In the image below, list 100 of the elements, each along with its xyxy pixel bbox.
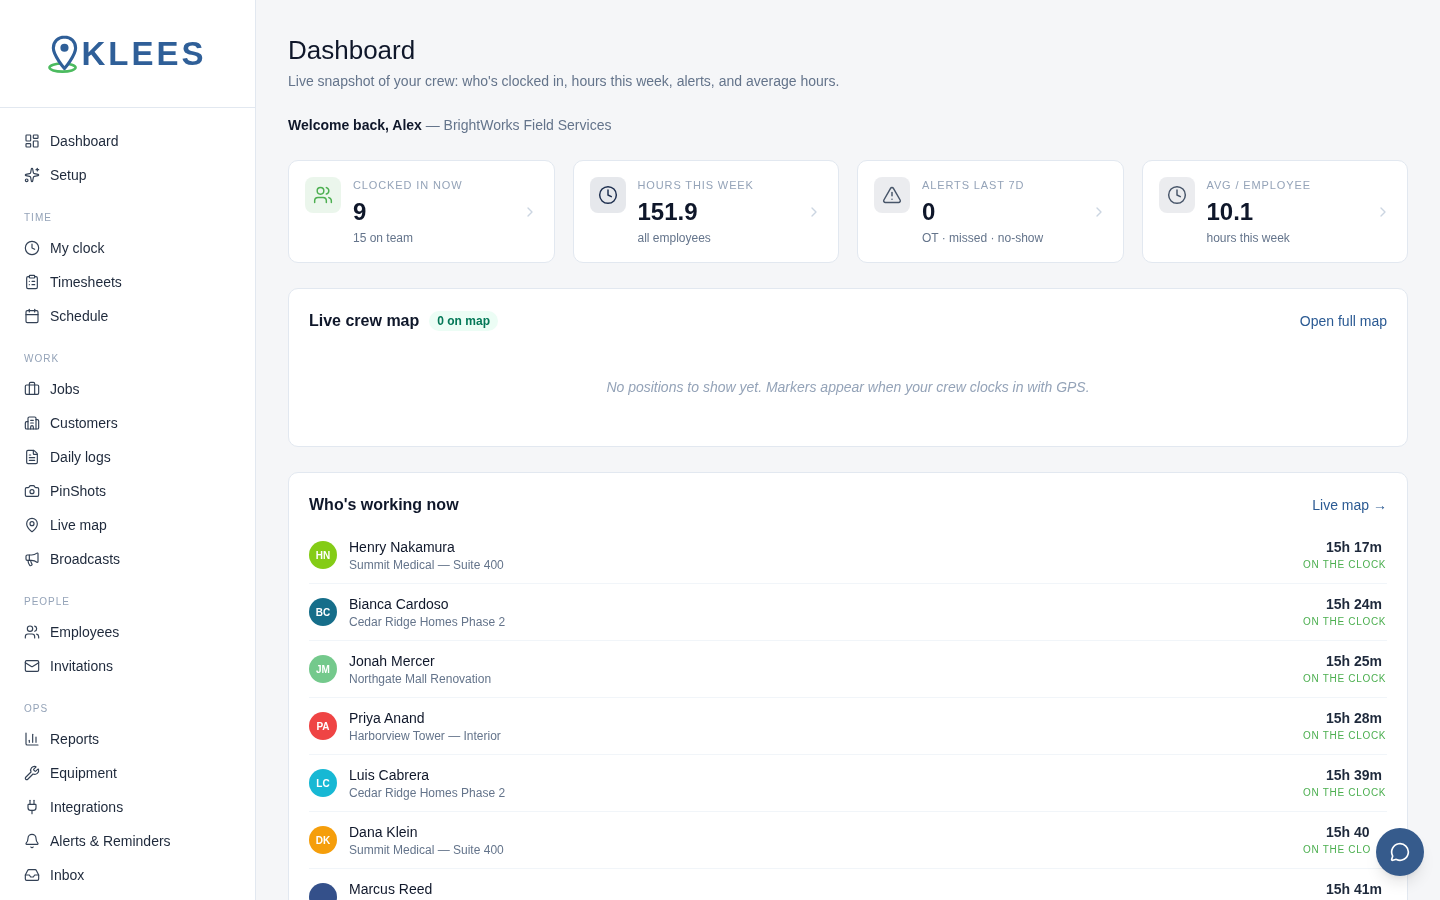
elapsed-time: 15h 24m <box>1326 596 1383 613</box>
map-pin-logo-icon <box>48 33 80 74</box>
status-label: ON THE CLOCK <box>1303 729 1387 743</box>
document-icon <box>24 449 40 465</box>
stat-note: 15 on team <box>353 230 414 246</box>
avatar: PA <box>309 712 337 740</box>
employee-name: Jonah Mercer <box>349 653 435 670</box>
elapsed-time: 15h 25m <box>1326 653 1383 670</box>
nav-item[interactable]: Inbox <box>24 858 231 892</box>
nav-item[interactable]: Alerts & Reminders <box>24 824 231 858</box>
megaphone-icon <box>24 551 40 567</box>
briefcase-icon <box>24 381 40 397</box>
nav-item[interactable]: My clock <box>24 231 231 265</box>
job-site: Harborview Tower — Interior <box>349 728 501 744</box>
nav-item[interactable]: Employees <box>24 615 231 649</box>
job-site: Summit Medical — Suite 400 <box>349 842 504 858</box>
envelope-icon <box>24 658 40 674</box>
nav-item[interactable]: Live map <box>24 508 231 542</box>
chat-bubble-icon <box>1390 842 1410 862</box>
nav-item[interactable]: Customers <box>24 406 231 440</box>
clipboard-icon <box>24 274 40 290</box>
bar-chart-icon <box>24 731 40 747</box>
job-site: Cedar Ridge Homes Phase 2 <box>349 614 506 630</box>
section-label: WORK <box>24 352 60 366</box>
nav-item[interactable]: PinShots <box>24 474 231 508</box>
stat-label: CLOCKED IN NOW <box>353 178 463 193</box>
job-site: Northgate Mall Renovation <box>349 671 492 687</box>
open-map-link[interactable]: Open full map <box>1299 310 1387 332</box>
bell-icon <box>24 833 40 849</box>
job-site: Cedar Ridge Homes Phase 2 <box>349 785 506 801</box>
avatar: DK <box>309 826 337 854</box>
brand-name: KLEES <box>81 33 207 74</box>
avatar: BC <box>309 598 337 626</box>
section-label: TIME <box>24 211 52 225</box>
employee-name: Priya Anand <box>349 710 425 727</box>
stat-note: hours this week <box>1206 230 1290 246</box>
employee-name: Henry Nakamura <box>349 539 455 556</box>
stat-card[interactable]: ALERTS LAST 7D 0 OT · missed · no-show <box>857 160 1124 263</box>
stat-label: AVG / EMPLOYEE <box>1206 178 1311 193</box>
nav-item[interactable]: Broadcasts <box>24 542 231 576</box>
avatar: LC <box>309 769 337 797</box>
page-title: Dashboard <box>288 34 417 67</box>
wrench-icon <box>24 765 40 781</box>
employee-name: Dana Klein <box>349 824 418 841</box>
stat-value: 0 <box>922 198 936 226</box>
welcome-text: Welcome back, Alex — BrightWorks Field Services <box>288 116 613 135</box>
plug-icon <box>24 799 40 815</box>
elapsed-time: 15h 40 <box>1326 824 1370 841</box>
elapsed-time: 15h 41m <box>1326 881 1383 898</box>
stat-note: all employees <box>637 230 711 246</box>
nav-item[interactable]: Invitations <box>24 649 231 683</box>
nav-item[interactable]: Equipment <box>24 756 231 790</box>
avatar: JM <box>309 655 337 683</box>
stat-label: HOURS THIS WEEK <box>637 178 754 193</box>
sparkle-icon <box>24 167 40 183</box>
nav-item[interactable]: Jobs <box>24 372 231 406</box>
stat-card[interactable]: HOURS THIS WEEK 151.9 all employees <box>572 160 839 263</box>
card-title: Who's working now <box>309 495 459 515</box>
people-icon <box>24 624 40 640</box>
status-label: ON THE CLO <box>1303 843 1371 857</box>
stat-note: OT · missed · no-show <box>922 230 1044 246</box>
live-map-link[interactable]: Live map → <box>1312 494 1387 516</box>
stat-card[interactable]: AVG / EMPLOYEE 10.1 hours this week <box>1141 160 1408 263</box>
stat-value: 10.1 <box>1206 198 1254 226</box>
dashboard-icon <box>24 133 40 149</box>
employee-name: Bianca Cardoso <box>349 596 449 613</box>
avatar: HN <box>309 541 337 569</box>
elapsed-time: 15h 39m <box>1326 767 1383 784</box>
nav-item[interactable]: Timesheets <box>24 265 231 299</box>
card-title: Live crew map <box>309 311 420 331</box>
camera-icon <box>24 483 40 499</box>
nav-item[interactable]: Schedule <box>24 299 231 333</box>
nav-item[interactable]: Dashboard <box>24 124 231 158</box>
section-label: OPS <box>24 702 49 716</box>
section-label: PEOPLE <box>24 595 71 609</box>
stat-card[interactable]: CLOCKED IN NOW 9 15 on team <box>288 160 555 263</box>
empty-state-text: No positions to show yet. Markers appear when your crew clocks in with GPS. <box>605 378 1091 397</box>
job-site: Summit Medical — Suite 400 <box>349 557 504 573</box>
elapsed-time: 15h 17m <box>1326 539 1383 556</box>
elapsed-time: 15h 28m <box>1326 710 1383 727</box>
nav-item[interactable]: Daily logs <box>24 440 231 474</box>
nav-item[interactable]: Integrations <box>24 790 231 824</box>
nav-item[interactable]: Setup <box>24 158 231 192</box>
status-label: ON THE CLOCK <box>1303 672 1387 686</box>
stat-label: ALERTS LAST 7D <box>922 178 1025 193</box>
status-label: ON THE CLOCK <box>1303 558 1387 572</box>
stat-value: 9 <box>353 198 367 226</box>
clock-icon <box>24 240 40 256</box>
status-label: ON THE CLOCK <box>1303 615 1387 629</box>
calendar-icon <box>24 308 40 324</box>
count-badge: 0 on map <box>429 311 498 331</box>
page-subtitle: Live snapshot of your crew: who's clocked in, hours this week, alerts, and average hours. <box>288 72 841 91</box>
map-pin-icon <box>24 517 40 533</box>
nav-item[interactable]: Reports <box>24 722 231 756</box>
employee-name: Luis Cabrera <box>349 767 430 784</box>
inbox-icon <box>24 867 40 883</box>
stat-value: 151.9 <box>637 198 698 226</box>
status-label: ON THE CLOCK <box>1303 786 1387 800</box>
building-icon <box>24 415 40 431</box>
employee-name: Marcus Reed <box>349 881 433 898</box>
